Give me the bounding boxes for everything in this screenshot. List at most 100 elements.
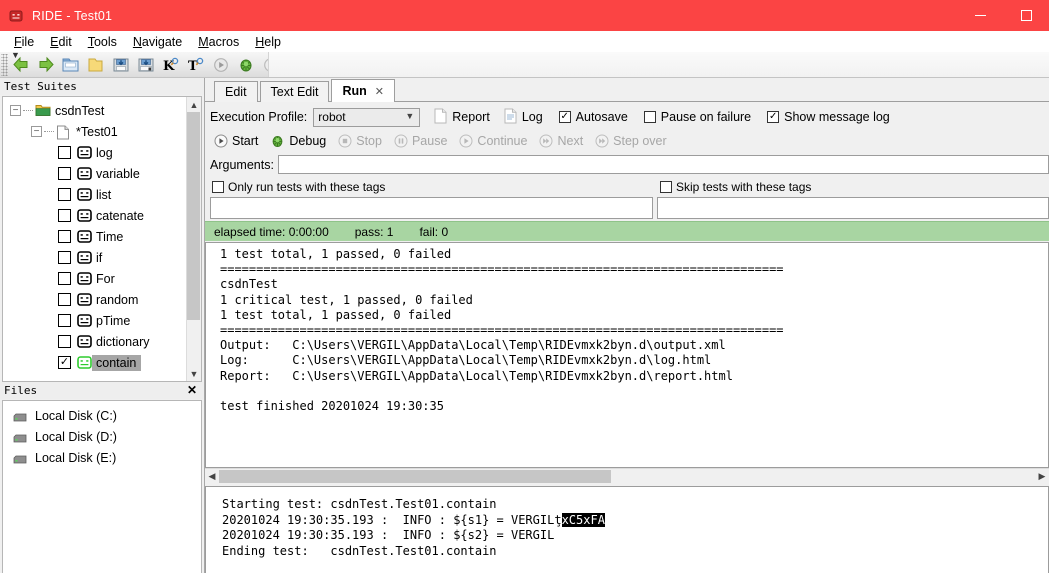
report-button[interactable]: Report bbox=[434, 108, 490, 127]
tree-vertical-scrollbar[interactable]: ▲ ▼ bbox=[186, 97, 201, 381]
menu-bar: File Edit Tools Navigate Macros Help bbox=[0, 31, 1049, 52]
test-label: catenate bbox=[96, 208, 144, 223]
tree-test-ptime[interactable]: pTime bbox=[3, 310, 186, 331]
run-icon[interactable] bbox=[208, 53, 233, 77]
skip-tags-checkbox[interactable]: Skip tests with these tags bbox=[653, 180, 1049, 194]
tab-text-edit-label: Text Edit bbox=[270, 85, 319, 99]
tree-node-root[interactable]: − csdnTest bbox=[3, 100, 186, 121]
step-over-icon bbox=[595, 134, 609, 148]
test-label: random bbox=[96, 292, 139, 307]
search-keyword-icon[interactable]: K bbox=[158, 53, 183, 77]
test-checkbox[interactable] bbox=[58, 293, 71, 306]
svg-text:T: T bbox=[188, 59, 198, 73]
forward-arrow-icon[interactable] bbox=[33, 53, 58, 77]
save-icon[interactable] bbox=[108, 53, 133, 77]
test-checkbox[interactable]: ✓ bbox=[58, 356, 71, 369]
autosave-checkbox-box: ✓ bbox=[558, 111, 571, 123]
test-checkbox[interactable] bbox=[58, 167, 71, 180]
test-suites-title: Test Suites bbox=[4, 80, 77, 93]
tab-text-edit[interactable]: Text Edit bbox=[259, 81, 330, 102]
test-checkbox[interactable] bbox=[58, 146, 71, 159]
autosave-checkbox[interactable]: ✓ Autosave bbox=[558, 110, 628, 124]
hscroll-track[interactable] bbox=[219, 470, 1035, 483]
suite-expander-icon[interactable]: − bbox=[31, 126, 42, 137]
menu-item-navigate[interactable]: Navigate bbox=[125, 34, 190, 50]
files-list[interactable]: Local Disk (C:) Local Disk (D:) Local Disk… bbox=[2, 400, 202, 573]
test-case-icon bbox=[77, 251, 92, 264]
message-log[interactable]: Starting test: csdnTest.Test01.contain 2… bbox=[205, 486, 1049, 573]
fail-count: fail: 0 bbox=[419, 224, 449, 239]
skip-tags-input[interactable] bbox=[657, 197, 1049, 219]
open-directory-icon[interactable] bbox=[58, 53, 83, 77]
new-folder-icon[interactable] bbox=[83, 53, 108, 77]
file-item[interactable]: Local Disk (C:) bbox=[3, 405, 201, 426]
debug-button[interactable]: Debug bbox=[270, 134, 326, 148]
save-all-icon[interactable] bbox=[133, 53, 158, 77]
toolbar-overflow-icon[interactable]: ▼ bbox=[11, 50, 20, 60]
toolbar-grip[interactable] bbox=[1, 53, 8, 76]
scroll-track[interactable] bbox=[187, 112, 201, 366]
tree-node-suite-label: *Test01 bbox=[76, 124, 118, 139]
test-checkbox[interactable] bbox=[58, 188, 71, 201]
continue-button: Continue bbox=[459, 134, 527, 148]
scroll-left-icon[interactable]: ◀ bbox=[205, 471, 219, 482]
run-console-output[interactable]: 1 test total, 1 passed, 0 failed =======… bbox=[205, 242, 1049, 468]
tab-run-close-icon[interactable]: ✕ bbox=[375, 85, 384, 98]
maximize-button[interactable] bbox=[1003, 0, 1049, 31]
hscroll-thumb[interactable] bbox=[219, 470, 611, 483]
test-case-icon bbox=[77, 272, 92, 285]
scroll-up-icon[interactable]: ▲ bbox=[187, 97, 201, 112]
start-button[interactable]: Start bbox=[214, 134, 258, 148]
test-case-icon bbox=[77, 167, 92, 180]
file-item[interactable]: Local Disk (E:) bbox=[3, 447, 201, 468]
only-run-tags-checkbox[interactable]: Only run tests with these tags bbox=[205, 180, 653, 194]
scroll-thumb[interactable] bbox=[187, 112, 200, 320]
scroll-down-icon[interactable]: ▼ bbox=[187, 366, 201, 381]
menu-item-edit[interactable]: Edit bbox=[42, 34, 80, 50]
tab-edit[interactable]: Edit bbox=[214, 81, 258, 102]
test-label: log bbox=[96, 145, 113, 160]
msg-line-4: Ending test: csdnTest.Test01.contain bbox=[222, 543, 497, 558]
menu-item-tools[interactable]: Tools bbox=[80, 34, 125, 50]
search-tests-icon[interactable]: T bbox=[183, 53, 208, 77]
tree-test-contain[interactable]: ✓ contain bbox=[3, 352, 186, 373]
files-close-icon[interactable]: ✕ bbox=[187, 383, 197, 397]
test-checkbox[interactable] bbox=[58, 335, 71, 348]
tab-run[interactable]: Run ✕ bbox=[331, 79, 396, 102]
right-panel: Edit Text Edit Run ✕ Execution Profile: … bbox=[204, 78, 1049, 573]
tree-test-list[interactable]: list bbox=[3, 184, 186, 205]
arguments-input[interactable] bbox=[277, 155, 1049, 174]
menu-item-help[interactable]: Help bbox=[247, 34, 289, 50]
test-checkbox[interactable] bbox=[58, 251, 71, 264]
tree-test-if[interactable]: if bbox=[3, 247, 186, 268]
menu-item-macros[interactable]: Macros bbox=[190, 34, 247, 50]
execution-profile-select[interactable]: robot bbox=[313, 107, 421, 127]
test-checkbox[interactable] bbox=[58, 230, 71, 243]
minimize-button[interactable] bbox=[957, 0, 1003, 31]
debug-icon[interactable] bbox=[233, 53, 258, 77]
log-button[interactable]: Log bbox=[504, 108, 543, 127]
menu-item-file[interactable]: File bbox=[6, 34, 42, 50]
files-panel: Files ✕ Local Disk (C:) Local Disk (D:) Lo… bbox=[0, 382, 204, 573]
tree-test-log[interactable]: log bbox=[3, 142, 186, 163]
tree-test-variable[interactable]: variable bbox=[3, 163, 186, 184]
tree-test-dictionary[interactable]: dictionary bbox=[3, 331, 186, 352]
file-item[interactable]: Local Disk (D:) bbox=[3, 426, 201, 447]
scroll-right-icon[interactable]: ▶ bbox=[1035, 471, 1049, 482]
show-message-log-checkbox-box: ✓ bbox=[767, 111, 780, 123]
start-label: Start bbox=[232, 134, 259, 148]
tree-test-for[interactable]: For bbox=[3, 268, 186, 289]
tree-test-catenate[interactable]: catenate bbox=[3, 205, 186, 226]
test-checkbox[interactable] bbox=[58, 314, 71, 327]
test-suites-tree[interactable]: − csdnTest − *Test01 log variable list c… bbox=[3, 97, 186, 381]
test-checkbox[interactable] bbox=[58, 209, 71, 222]
tree-node-suite[interactable]: − *Test01 bbox=[3, 121, 186, 142]
tree-test-time[interactable]: Time bbox=[3, 226, 186, 247]
show-message-log-checkbox[interactable]: ✓ Show message log bbox=[767, 110, 890, 124]
test-checkbox[interactable] bbox=[58, 272, 71, 285]
tree-test-random[interactable]: random bbox=[3, 289, 186, 310]
pause-on-failure-checkbox[interactable]: Pause on failure bbox=[643, 110, 751, 124]
root-expander-icon[interactable]: − bbox=[10, 105, 21, 116]
only-run-tags-input[interactable] bbox=[210, 197, 653, 219]
console-horizontal-scrollbar[interactable]: ◀ ▶ bbox=[205, 468, 1049, 484]
